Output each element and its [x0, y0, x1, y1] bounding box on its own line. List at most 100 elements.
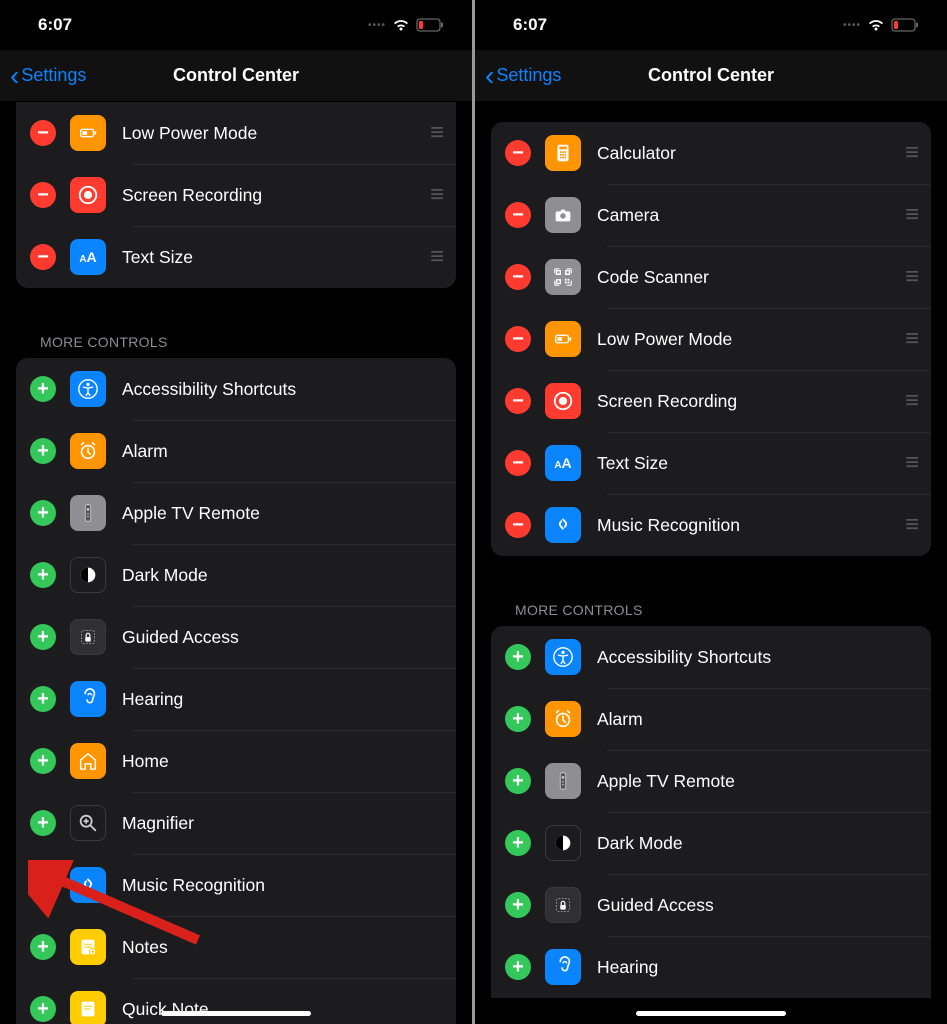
drag-handle-icon[interactable] — [905, 511, 917, 539]
textsize-icon: AA — [545, 445, 581, 481]
screen-right: 6:07 •••• ‹ Settings Control Center −Cal… — [475, 0, 947, 1024]
control-label: Hearing — [122, 689, 442, 710]
screen-left: 6:07 •••• ‹ Settings Control Center −Low… — [0, 0, 472, 1024]
remove-button[interactable]: − — [30, 120, 56, 146]
page-title: Control Center — [0, 65, 472, 86]
remote-icon — [545, 763, 581, 799]
home-indicator[interactable] — [161, 1011, 311, 1016]
cellular-dots-icon: •••• — [368, 20, 386, 31]
drag-handle-icon[interactable] — [905, 139, 917, 167]
section-more-header: MORE CONTROLS — [0, 316, 472, 358]
add-button[interactable]: + — [30, 376, 56, 402]
control-row-home: +Home — [16, 730, 456, 792]
home-indicator[interactable] — [636, 1011, 786, 1016]
remove-button[interactable]: − — [505, 202, 531, 228]
content-left: −Low Power Mode−Screen Recording−AAText … — [0, 102, 472, 1024]
drag-handle-icon[interactable] — [430, 181, 442, 209]
remove-button[interactable]: − — [505, 140, 531, 166]
add-button[interactable]: + — [505, 954, 531, 980]
add-button[interactable]: + — [505, 830, 531, 856]
calculator-icon — [545, 135, 581, 171]
quicknote-icon — [70, 991, 106, 1024]
control-row-quick-note: + Quick Note — [16, 978, 456, 1024]
ear-icon — [70, 681, 106, 717]
control-label: Music Recognition — [122, 875, 442, 896]
notes-icon — [70, 929, 106, 965]
remove-button[interactable]: − — [505, 450, 531, 476]
accessibility-icon — [545, 639, 581, 675]
control-label: Guided Access — [122, 627, 442, 648]
control-label: Quick Note — [122, 999, 442, 1020]
wifi-icon — [392, 18, 410, 32]
control-row-music-recognition: − Music Recognition — [491, 494, 931, 556]
control-label: Text Size — [122, 247, 430, 268]
add-button[interactable]: + — [30, 438, 56, 464]
control-label: Calculator — [597, 143, 905, 164]
magnifier-icon — [70, 805, 106, 841]
remove-button[interactable]: − — [505, 326, 531, 352]
control-label: Accessibility Shortcuts — [597, 647, 917, 668]
remove-button[interactable]: − — [505, 512, 531, 538]
drag-handle-icon[interactable] — [905, 325, 917, 353]
add-button[interactable]: + — [30, 934, 56, 960]
control-label: Screen Recording — [122, 185, 430, 206]
control-row-low-power-mode: −Low Power Mode — [491, 308, 931, 370]
drag-handle-icon[interactable] — [905, 201, 917, 229]
control-row-code-scanner: − Code Scanner — [491, 246, 931, 308]
control-row-accessibility-shortcuts: + Accessibility Shortcuts — [491, 626, 931, 688]
control-label: Magnifier — [122, 813, 442, 834]
add-button[interactable]: + — [30, 748, 56, 774]
nav-bar: ‹ Settings Control Center — [0, 50, 472, 102]
control-label: Code Scanner — [597, 267, 905, 288]
section-more-header: MORE CONTROLS — [475, 584, 947, 626]
battery-low-icon — [891, 18, 919, 32]
control-label: Hearing — [597, 957, 917, 978]
control-row-alarm: +Alarm — [491, 688, 931, 750]
control-label: Dark Mode — [122, 565, 442, 586]
control-label: Music Recognition — [597, 515, 905, 536]
textsize-icon: AA — [70, 239, 106, 275]
add-button[interactable]: + — [505, 768, 531, 794]
add-button[interactable]: + — [30, 686, 56, 712]
control-label: Apple TV Remote — [122, 503, 442, 524]
control-label: Guided Access — [597, 895, 917, 916]
remove-button[interactable]: − — [505, 264, 531, 290]
add-button[interactable]: + — [30, 810, 56, 836]
control-row-low-power-mode: −Low Power Mode — [16, 102, 456, 164]
record-icon — [70, 177, 106, 213]
remove-button[interactable]: − — [30, 182, 56, 208]
shazam-icon — [70, 867, 106, 903]
status-time: 6:07 — [38, 15, 72, 35]
darkmode-icon — [70, 557, 106, 593]
add-button[interactable]: + — [30, 500, 56, 526]
remove-button[interactable]: − — [30, 244, 56, 270]
home-icon — [70, 743, 106, 779]
drag-handle-icon[interactable] — [430, 119, 442, 147]
shazam-icon — [545, 507, 581, 543]
ear-icon — [545, 949, 581, 985]
control-label: Camera — [597, 205, 905, 226]
battery-icon — [545, 321, 581, 357]
nav-bar: ‹ Settings Control Center — [475, 50, 947, 102]
add-button[interactable]: + — [505, 644, 531, 670]
control-row-dark-mode: +Dark Mode — [491, 812, 931, 874]
control-row-apple-tv-remote: + Apple TV Remote — [16, 482, 456, 544]
drag-handle-icon[interactable] — [905, 449, 917, 477]
more-group: +Accessibility Shortcuts+Alarm+Apple TV … — [16, 358, 456, 1024]
add-button[interactable]: + — [30, 562, 56, 588]
control-row-text-size: −AA Text Size — [16, 226, 456, 288]
control-label: Notes — [122, 937, 442, 958]
status-time: 6:07 — [513, 15, 547, 35]
add-button[interactable]: + — [30, 624, 56, 650]
add-button[interactable]: + — [505, 892, 531, 918]
drag-handle-icon[interactable] — [430, 243, 442, 271]
remove-button[interactable]: − — [505, 388, 531, 414]
add-button[interactable]: + — [30, 872, 56, 898]
drag-handle-icon[interactable] — [905, 387, 917, 415]
control-row-text-size: −AAText Size — [491, 432, 931, 494]
darkmode-icon — [545, 825, 581, 861]
add-button[interactable]: + — [30, 996, 56, 1022]
add-button[interactable]: + — [505, 706, 531, 732]
drag-handle-icon[interactable] — [905, 263, 917, 291]
control-row-guided-access: + Guided Access — [16, 606, 456, 668]
